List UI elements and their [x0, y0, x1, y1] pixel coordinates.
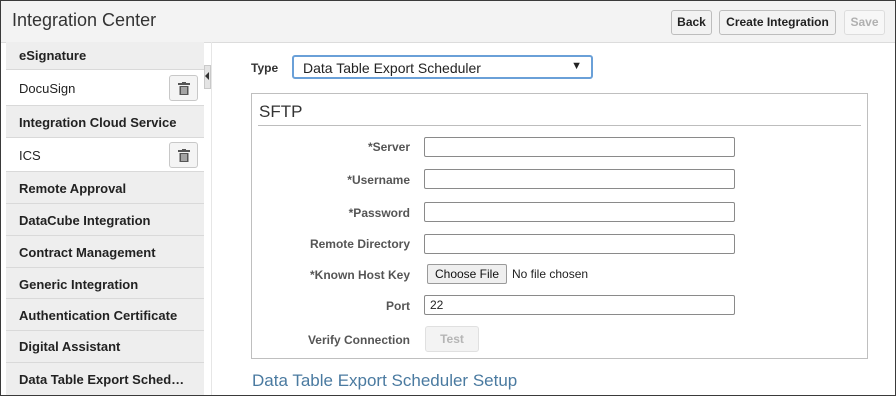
server-label: *Server: [367, 140, 410, 154]
back-button[interactable]: Back: [671, 10, 712, 35]
delete-docusign-button[interactable]: [169, 75, 198, 101]
sidebar-item-label: Integration Cloud Service: [19, 115, 177, 130]
setup-section-title: Data Table Export Scheduler Setup: [252, 371, 518, 390]
sftp-section: [251, 93, 868, 359]
sidebar-item-label: Digital Assistant: [19, 339, 121, 354]
sidebar-item-generic-integration[interactable]: Generic Integration: [6, 268, 204, 299]
sidebar-item-label: ICS: [19, 148, 41, 163]
verify-connection-label: Verify Connection: [307, 333, 410, 347]
integration-center-window: Integration Center Back Create Integrati…: [0, 0, 896, 396]
test-connection-button[interactable]: Test: [425, 326, 479, 352]
type-select[interactable]: Data Table Export Scheduler ▼: [292, 55, 593, 79]
save-button[interactable]: Save: [844, 10, 885, 35]
sidebar-item-remote-approval[interactable]: Remote Approval: [6, 172, 204, 204]
sidebar-item-integration-cloud-service[interactable]: Integration Cloud Service: [6, 106, 204, 138]
type-label: Type: [251, 61, 279, 75]
file-status: No file chosen: [512, 267, 589, 281]
header-bar: Integration Center Back Create Integrati…: [1, 1, 895, 43]
sidebar-item-ics[interactable]: ICS: [6, 138, 204, 172]
username-label: *Username: [347, 173, 410, 187]
server-field[interactable]: [424, 137, 735, 157]
sidebar-item-label: Data Table Export Sched…: [19, 372, 185, 387]
sidebar-item-datacube-integration[interactable]: DataCube Integration: [6, 204, 204, 236]
create-integration-button[interactable]: Create Integration: [719, 10, 836, 35]
sidebar-item-docusign[interactable]: DocuSign: [6, 70, 204, 106]
sftp-section-title: SFTP: [259, 102, 303, 121]
sidebar-item-data-table-export-scheduler[interactable]: Data Table Export Sched…: [6, 363, 204, 395]
sidebar-item-label: DocuSign: [19, 81, 76, 96]
sidebar-item-label: Generic Integration: [19, 277, 139, 292]
password-label: *Password: [348, 206, 410, 220]
sidebar-item-contract-management[interactable]: Contract Management: [6, 236, 204, 268]
caret-down-icon: ▼: [571, 60, 582, 72]
collapse-sidebar-handle[interactable]: [204, 65, 211, 89]
username-field[interactable]: [424, 169, 735, 189]
sidebar-item-label: DataCube Integration: [19, 213, 151, 228]
sidebar-item-authentication-certificate[interactable]: Authentication Certificate: [6, 299, 204, 331]
sidebar-item-esignature[interactable]: eSignature: [6, 42, 204, 70]
sidebar-item-label: Contract Management: [19, 245, 156, 260]
port-label: Port: [386, 299, 410, 313]
remote-directory-label: Remote Directory: [309, 237, 410, 251]
page-title: Integration Center: [12, 10, 157, 30]
chevron-left-icon: [205, 72, 209, 80]
known-host-key-label: *Known Host Key: [309, 268, 410, 282]
sidebar: eSignature DocuSign Integration Cloud Se…: [6, 42, 204, 395]
sidebar-item-digital-assistant[interactable]: Digital Assistant: [6, 331, 204, 363]
sftp-title-divider: [258, 125, 861, 126]
sidebar-item-label: Authentication Certificate: [19, 308, 178, 323]
sidebar-item-label: eSignature: [19, 48, 87, 63]
port-field[interactable]: [424, 295, 735, 315]
delete-ics-button[interactable]: [169, 142, 198, 168]
trash-icon: [178, 82, 190, 95]
trash-icon: [178, 149, 190, 162]
sidebar-item-label: Remote Approval: [19, 181, 127, 196]
choose-file-button[interactable]: Choose File: [427, 264, 507, 284]
remote-directory-field[interactable]: [424, 234, 735, 254]
type-select-value: Data Table Export Scheduler: [303, 60, 481, 76]
password-field[interactable]: [424, 202, 735, 222]
